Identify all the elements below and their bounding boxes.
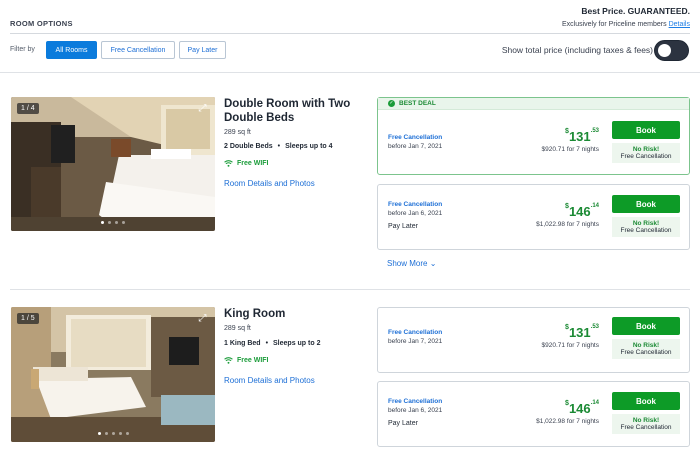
no-risk-badge: No Risk! Free Cancellation bbox=[612, 143, 680, 163]
room-name[interactable]: Double Room with Two Double Beds bbox=[224, 97, 369, 125]
no-risk-badge: No Risk! Free Cancellation bbox=[612, 217, 680, 237]
no-risk-badge: No Risk! Free Cancellation bbox=[612, 414, 680, 434]
cancel-deadline: before Jan 7, 2021 bbox=[388, 338, 443, 345]
no-risk-badge: No Risk! Free Cancellation bbox=[612, 339, 680, 359]
divider bbox=[10, 33, 690, 34]
nightly-price: $131.53 bbox=[565, 324, 599, 340]
divider bbox=[0, 72, 700, 73]
nightly-price: $146.14 bbox=[565, 203, 599, 219]
total-price: $1,022.98 for 7 nights bbox=[536, 221, 599, 228]
book-button[interactable]: Book bbox=[612, 195, 680, 213]
carousel-dots[interactable] bbox=[11, 432, 215, 435]
carousel-dot[interactable] bbox=[122, 221, 125, 224]
filter-pay-later-button[interactable]: Pay Later bbox=[179, 41, 226, 59]
filter-label: Filter by bbox=[10, 46, 35, 53]
exclusive-text: Exclusively for Priceline members Detail… bbox=[562, 21, 690, 28]
carousel-dot[interactable] bbox=[125, 432, 129, 435]
room-details-link[interactable]: Room Details and Photos bbox=[224, 376, 315, 385]
check-circle-icon: ✓ bbox=[388, 100, 395, 107]
book-button[interactable]: Book bbox=[612, 392, 680, 410]
carousel-dots[interactable] bbox=[11, 221, 215, 224]
section-title: ROOM OPTIONS bbox=[10, 19, 73, 28]
room-photo bbox=[11, 307, 215, 442]
bed-config: 1 King Bed bbox=[224, 340, 261, 347]
nightly-price: $146.14 bbox=[565, 400, 599, 416]
divider bbox=[10, 289, 690, 290]
wifi-label: Free WIFI bbox=[237, 357, 269, 364]
wifi-icon bbox=[224, 160, 233, 167]
nightly-price: $131.53 bbox=[565, 128, 599, 144]
best-price-banner: Best Price. GUARANTEED. Exclusively for … bbox=[562, 6, 690, 28]
filter-all-rooms-button[interactable]: All Rooms bbox=[46, 41, 97, 59]
details-link[interactable]: Details bbox=[669, 21, 690, 28]
book-button[interactable]: Book bbox=[612, 317, 680, 335]
carousel-dot[interactable] bbox=[101, 221, 104, 224]
rate-card: Free Cancellation before Jan 7, 2021 $13… bbox=[377, 307, 690, 373]
free-cancellation-label: Free Cancellation bbox=[388, 201, 443, 208]
total-price-toggle[interactable] bbox=[654, 40, 689, 61]
separator-dot: • bbox=[265, 340, 269, 347]
total-price: $920.71 for 7 nights bbox=[541, 146, 599, 153]
room-size: 289 sq ft bbox=[224, 325, 251, 332]
free-cancellation-label: Free Cancellation bbox=[388, 134, 443, 141]
total-price: $1,022.98 for 7 nights bbox=[536, 418, 599, 425]
free-cancellation-label: Free Cancellation bbox=[388, 398, 443, 405]
free-cancellation-label: Free Cancellation bbox=[388, 329, 443, 336]
bed-config: 2 Double Beds bbox=[224, 143, 273, 150]
pay-later-label: Pay Later bbox=[388, 420, 418, 427]
carousel-dot[interactable] bbox=[115, 221, 118, 224]
room-photo bbox=[11, 97, 215, 231]
pay-later-label: Pay Later bbox=[388, 223, 418, 230]
sleeps-info: Sleeps up to 4 bbox=[285, 143, 333, 150]
total-price: $920.71 for 7 nights bbox=[541, 342, 599, 349]
wifi-amenity: Free WIFI bbox=[224, 357, 269, 364]
expand-icon[interactable]: ⤢ bbox=[196, 102, 209, 115]
cancel-deadline: before Jan 7, 2021 bbox=[388, 143, 443, 150]
total-price-toggle-label: Show total price (including taxes & fees… bbox=[501, 45, 653, 55]
sleeps-info: Sleeps up to 2 bbox=[273, 340, 321, 347]
cancel-deadline: before Jan 6, 2021 bbox=[388, 210, 443, 217]
room-details-link[interactable]: Room Details and Photos bbox=[224, 179, 315, 188]
photo-count-badge: 1 / 4 bbox=[17, 103, 39, 114]
best-deal-label: BEST DEAL bbox=[399, 100, 436, 107]
book-button[interactable]: Book bbox=[612, 121, 680, 139]
wifi-amenity: Free WIFI bbox=[224, 160, 269, 167]
best-deal-badge: ✓ BEST DEAL bbox=[378, 98, 689, 110]
carousel-dot[interactable] bbox=[108, 221, 111, 224]
rate-card: Free Cancellation before Jan 6, 2021 Pay… bbox=[377, 381, 690, 447]
best-price-text: Best Price. GUARANTEED. bbox=[581, 6, 690, 16]
rate-card-best-deal: ✓ BEST DEAL Free Cancellation before Jan… bbox=[377, 97, 690, 175]
room-beds: 2 Double Beds • Sleeps up to 4 bbox=[224, 143, 333, 150]
rate-card: Free Cancellation before Jan 6, 2021 Pay… bbox=[377, 184, 690, 250]
room-photo-carousel[interactable]: 1 / 4 ⤢ bbox=[11, 97, 215, 231]
chevron-down-icon: ⌄ bbox=[429, 259, 437, 268]
carousel-dot[interactable] bbox=[118, 432, 122, 435]
room-name[interactable]: King Room bbox=[224, 307, 369, 321]
separator-dot: • bbox=[277, 143, 281, 150]
photo-count-badge: 1 / 5 bbox=[17, 313, 39, 324]
toggle-knob bbox=[658, 44, 671, 57]
room-photo-carousel[interactable]: 1 / 5 ⤢ bbox=[11, 307, 215, 442]
room-beds: 1 King Bed • Sleeps up to 2 bbox=[224, 340, 320, 347]
cancel-deadline: before Jan 6, 2021 bbox=[388, 407, 443, 414]
carousel-dot[interactable] bbox=[104, 432, 108, 435]
show-more-link[interactable]: Show More ⌄ bbox=[387, 259, 436, 268]
wifi-label: Free WIFI bbox=[237, 160, 269, 167]
exclusive-label: Exclusively for Priceline members bbox=[561, 21, 667, 28]
carousel-dot[interactable] bbox=[97, 432, 101, 435]
carousel-dot[interactable] bbox=[111, 432, 115, 435]
filter-free-cancellation-button[interactable]: Free Cancellation bbox=[101, 41, 175, 59]
expand-icon[interactable]: ⤢ bbox=[196, 312, 209, 325]
wifi-icon bbox=[224, 357, 233, 364]
room-size: 289 sq ft bbox=[224, 129, 251, 136]
